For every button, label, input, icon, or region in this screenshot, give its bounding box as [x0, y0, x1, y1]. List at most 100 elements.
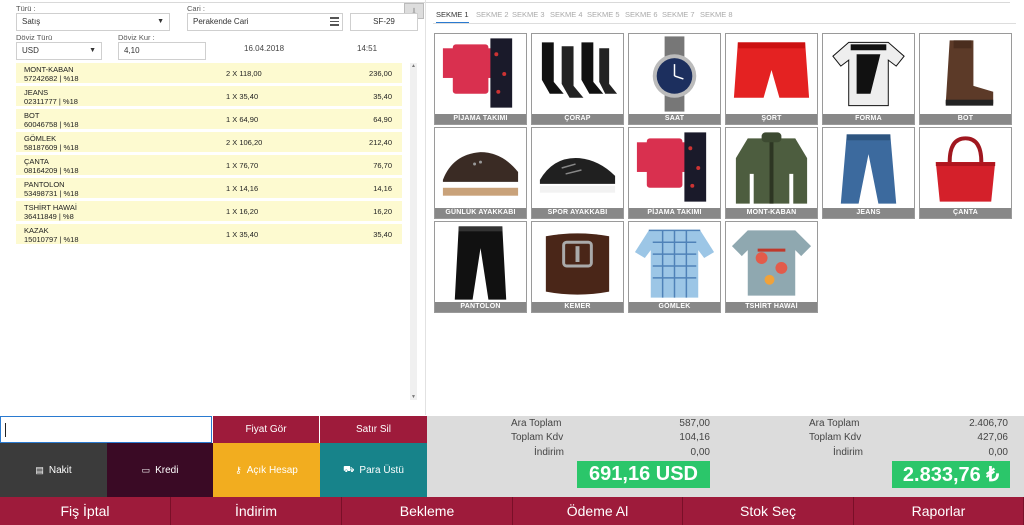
receipt-item-total: 14,16 — [373, 184, 392, 193]
tab-sekme-6[interactable]: SEKME 6 — [625, 10, 658, 19]
receipt-item-qty: 1 X 14,16 — [226, 184, 259, 193]
product-tile-sort[interactable]: ŞORT — [725, 33, 818, 125]
receipt-row[interactable]: BOT 60046758 | %18 1 X 64,90 64,90 — [16, 109, 402, 132]
kredi-label: Kredi — [155, 464, 179, 476]
fis-iptal-button[interactable]: Fiş İptal — [0, 497, 171, 525]
scroll-down-icon[interactable]: ▼ — [410, 394, 417, 400]
product-tile-forma[interactable]: FORMA — [822, 33, 915, 125]
tab-sekme-3[interactable]: SEKME 3 — [512, 10, 545, 19]
receipt-row[interactable]: KAZAK 15010797 | %18 1 X 35,40 35,40 — [16, 224, 402, 247]
chevron-down-icon: ▼ — [157, 18, 164, 25]
product-image — [634, 229, 715, 298]
product-image — [840, 134, 897, 204]
receipt-row[interactable]: ÇANTA 08164209 | %18 1 X 76,70 76,70 — [16, 155, 402, 178]
product-image — [539, 157, 616, 193]
product-label: ÇORAP — [532, 114, 623, 124]
date-text: 16.04.2018 — [244, 44, 285, 53]
top-divider — [20, 0, 1010, 3]
receipt-item-name: JEANS 02311777 | %18 — [24, 88, 78, 106]
odeme-al-button[interactable]: Ödeme Al — [513, 497, 683, 525]
product-label: GÖMLEK — [629, 302, 720, 312]
product-label: PİJAMA TAKIMI — [435, 114, 526, 124]
product-tile-kemer[interactable]: KEMER — [531, 221, 624, 313]
receipt-item-total: 16,20 — [373, 207, 392, 216]
product-tile-gunluk-ayakkabi[interactable]: GÜNLÜK AYAKKABI — [434, 127, 527, 219]
bottom-panel: Fiyat Gör Satır Sil ▤ Nakit ▭ Kredi ⚷ Açık … — [0, 416, 1024, 525]
usd-kdv-label: Toplam Kdv — [511, 432, 564, 443]
cari-value: Perakende Cari — [193, 17, 249, 26]
product-tile-pijama-takimi-2[interactable]: PİJAMA TAKIMI — [628, 127, 721, 219]
receipt-item-qty: 1 X 64,90 — [226, 115, 259, 124]
turu-select[interactable]: Satış ▼ — [16, 13, 170, 31]
product-label: JEANS — [823, 208, 914, 218]
credit-card-icon: ▭ — [141, 464, 151, 475]
receipt-item-total: 35,40 — [373, 230, 392, 239]
stok-sec-button[interactable]: Stok Seç — [683, 497, 854, 525]
product-label: ŞORT — [726, 114, 817, 124]
turu-value: Satış — [22, 17, 41, 26]
receipt-row[interactable]: PANTOLON 53498731 | %18 1 X 14,16 14,16 — [16, 178, 402, 201]
doviz-turu-select[interactable]: USD ▼ — [16, 42, 102, 60]
fiyat-gor-label: Fiyat Gör — [245, 424, 287, 435]
receipt-item-total: 76,70 — [373, 161, 392, 170]
fiyat-gor-button[interactable]: Fiyat Gör — [213, 416, 319, 443]
receipt-item-name: KAZAK 15010797 | %18 — [24, 226, 79, 244]
doviz-kur-input[interactable]: 4,10 — [118, 42, 206, 60]
product-label: KEMER — [532, 302, 623, 312]
acik-hesap-button[interactable]: ⚷ Açık Hesap — [213, 443, 320, 497]
product-tile-gomlek[interactable]: GÖMLEK — [628, 221, 721, 313]
product-label: SAAT — [629, 114, 720, 124]
receipt-item-name: TSHİRT HAWAİ 36411849 | %8 — [24, 203, 77, 221]
product-tile-pijama-takimi[interactable]: PİJAMA TAKIMI — [434, 33, 527, 125]
receipt-row[interactable]: MONT-KABAN 57242682 | %18 2 X 118,00 236,00 — [16, 63, 402, 86]
cari-field[interactable]: Perakende Cari — [187, 13, 343, 31]
barcode-input[interactable] — [0, 416, 212, 443]
receipt-item-total: 212,40 — [369, 138, 392, 147]
turu-label: Türü : — [16, 4, 36, 13]
satir-sil-label: Satır Sil — [355, 424, 391, 435]
product-tile-mont-kaban[interactable]: MONT-KABAN — [725, 127, 818, 219]
product-tile-canta[interactable]: ÇANTA — [919, 127, 1012, 219]
bekleme-button[interactable]: Bekleme — [342, 497, 513, 525]
product-tile-corap[interactable]: ÇORAP — [531, 33, 624, 125]
product-label: ÇANTA — [920, 208, 1011, 218]
product-tile-jeans[interactable]: JEANS — [822, 127, 915, 219]
tab-sekme-4[interactable]: SEKME 4 — [550, 10, 583, 19]
satir-sil-button[interactable]: Satır Sil — [320, 416, 427, 443]
product-image — [541, 42, 618, 98]
product-image — [735, 132, 808, 204]
product-image — [733, 42, 810, 98]
tab-sekme-1[interactable]: SEKME 1 — [436, 10, 469, 23]
product-image — [454, 226, 507, 300]
indirim-button[interactable]: İndirim — [171, 497, 342, 525]
para-ustu-button[interactable]: ⛟ Para Üstü — [320, 443, 427, 497]
tab-sekme-7[interactable]: SEKME 7 — [662, 10, 695, 19]
receipt-row[interactable]: JEANS 02311777 | %18 1 X 35,40 35,40 — [16, 86, 402, 109]
receipt-list: MONT-KABAN 57242682 | %18 2 X 118,00 236,00… — [16, 63, 402, 247]
try-indirim-label: İndirim — [833, 447, 864, 458]
receipt-item-qty: 1 X 35,40 — [226, 230, 259, 239]
product-image — [442, 38, 513, 108]
product-tile-pantolon[interactable]: PANTOLON — [434, 221, 527, 313]
tab-sekme-2[interactable]: SEKME 2 — [476, 10, 509, 19]
receipt-row[interactable]: TSHİRT HAWAİ 36411849 | %8 1 X 16,20 16,20 — [16, 201, 402, 224]
kredi-button[interactable]: ▭ Kredi — [107, 443, 213, 497]
try-kdv-label: Toplam Kdv — [809, 432, 862, 443]
receipt-row[interactable]: GÖMLEK 58187609 | %18 2 X 106,20 212,40 — [16, 132, 402, 155]
raporlar-button[interactable]: Raporlar — [854, 497, 1024, 525]
panel-divider — [425, 0, 426, 415]
car-icon: ⛟ — [343, 464, 355, 474]
product-tile-saat[interactable]: SAAT — [628, 33, 721, 125]
product-tile-bot[interactable]: BOT — [919, 33, 1012, 125]
product-tile-spor-ayakkabi[interactable]: SPOR AYAKKABI — [531, 127, 624, 219]
receipt-item-qty: 1 X 76,70 — [226, 161, 259, 170]
receipt-scrollbar[interactable]: ▲ ▼ — [410, 63, 417, 400]
footer-bar: Fiş İptal İndirim Bekleme Ödeme Al Stok Seç R… — [0, 497, 1024, 525]
product-image — [935, 136, 996, 202]
nakit-button[interactable]: ▤ Nakit — [0, 443, 107, 497]
tab-sekme-8[interactable]: SEKME 8 — [700, 10, 733, 19]
scroll-up-icon[interactable]: ▲ — [410, 63, 417, 69]
tab-sekme-5[interactable]: SEKME 5 — [587, 10, 620, 19]
product-tile-tshirt-hawai[interactable]: TSHİRT HAWAİ — [725, 221, 818, 313]
list-icon[interactable] — [330, 17, 339, 26]
